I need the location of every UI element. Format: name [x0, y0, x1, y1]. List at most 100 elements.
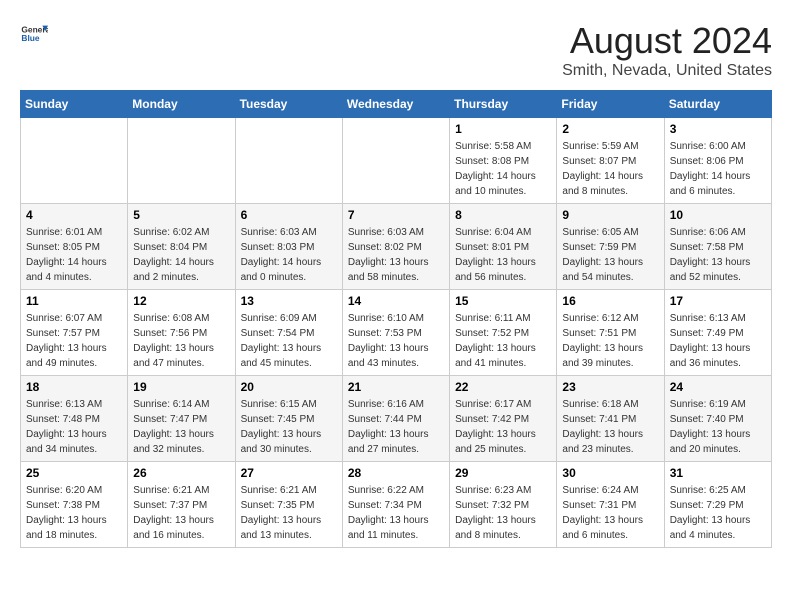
- day-info: Sunrise: 6:25 AMSunset: 7:29 PMDaylight:…: [670, 483, 766, 543]
- day-of-week-header: Saturday: [664, 91, 771, 118]
- day-info: Sunrise: 6:22 AMSunset: 7:34 PMDaylight:…: [348, 483, 444, 543]
- day-info: Sunrise: 6:11 AMSunset: 7:52 PMDaylight:…: [455, 311, 551, 371]
- day-info: Sunrise: 6:06 AMSunset: 7:58 PMDaylight:…: [670, 225, 766, 285]
- calendar-day-cell: 20 Sunrise: 6:15 AMSunset: 7:45 PMDayligh…: [235, 376, 342, 462]
- calendar-day-cell: 16 Sunrise: 6:12 AMSunset: 7:51 PMDayligh…: [557, 290, 664, 376]
- calendar-day-cell: 17 Sunrise: 6:13 AMSunset: 7:49 PMDayligh…: [664, 290, 771, 376]
- calendar-day-cell: 29 Sunrise: 6:23 AMSunset: 7:32 PMDayligh…: [450, 462, 557, 548]
- calendar-day-cell: 7 Sunrise: 6:03 AMSunset: 8:02 PMDaylight…: [342, 204, 449, 290]
- calendar-week-row: 1Sunrise: 5:58 AMSunset: 8:08 PMDaylight…: [21, 118, 772, 204]
- day-number: 2: [562, 122, 658, 136]
- day-of-week-header: Tuesday: [235, 91, 342, 118]
- calendar-day-cell: 8Sunrise: 6:04 AMSunset: 8:01 PMDaylight…: [450, 204, 557, 290]
- page-header: General Blue August 2024 Smith, Nevada, …: [20, 20, 772, 80]
- day-info: Sunrise: 6:00 AMSunset: 8:06 PMDaylight:…: [670, 139, 766, 199]
- calendar-day-cell: 23 Sunrise: 6:18 AMSunset: 7:41 PMDayligh…: [557, 376, 664, 462]
- calendar-day-cell: 19Sunrise: 6:14 AMSunset: 7:47 PMDayligh…: [128, 376, 235, 462]
- day-info: Sunrise: 6:13 AMSunset: 7:48 PMDaylight:…: [26, 397, 122, 457]
- day-number: 20: [241, 380, 337, 394]
- calendar-week-row: 18 Sunrise: 6:13 AMSunset: 7:48 PMDayligh…: [21, 376, 772, 462]
- day-info: Sunrise: 6:12 AMSunset: 7:51 PMDaylight:…: [562, 311, 658, 371]
- day-of-week-header: Monday: [128, 91, 235, 118]
- day-number: 24: [670, 380, 766, 394]
- day-number: 30: [562, 466, 658, 480]
- day-info: Sunrise: 6:01 AMSunset: 8:05 PMDaylight:…: [26, 225, 122, 285]
- day-number: 7: [348, 208, 444, 222]
- day-info: Sunrise: 6:21 AMSunset: 7:35 PMDaylight:…: [241, 483, 337, 543]
- day-info: Sunrise: 6:03 AMSunset: 8:03 PMDaylight:…: [241, 225, 337, 285]
- calendar-week-row: 4 Sunrise: 6:01 AMSunset: 8:05 PMDaylight…: [21, 204, 772, 290]
- calendar-day-cell: 30 Sunrise: 6:24 AMSunset: 7:31 PMDayligh…: [557, 462, 664, 548]
- calendar-table: SundayMondayTuesdayWednesdayThursdayFrid…: [20, 90, 772, 548]
- day-number: 11: [26, 294, 122, 308]
- calendar-day-cell: 24 Sunrise: 6:19 AMSunset: 7:40 PMDayligh…: [664, 376, 771, 462]
- calendar-week-row: 11 Sunrise: 6:07 AMSunset: 7:57 PMDayligh…: [21, 290, 772, 376]
- day-number: 31: [670, 466, 766, 480]
- day-info: Sunrise: 6:15 AMSunset: 7:45 PMDaylight:…: [241, 397, 337, 457]
- calendar-day-cell: 11 Sunrise: 6:07 AMSunset: 7:57 PMDayligh…: [21, 290, 128, 376]
- calendar-week-row: 25 Sunrise: 6:20 AMSunset: 7:38 PMDayligh…: [21, 462, 772, 548]
- day-info: Sunrise: 6:14 AMSunset: 7:47 PMDaylight:…: [133, 397, 229, 457]
- calendar-day-cell: 5Sunrise: 6:02 AMSunset: 8:04 PMDaylight…: [128, 204, 235, 290]
- day-number: 22: [455, 380, 551, 394]
- calendar-day-cell: 9Sunrise: 6:05 AMSunset: 7:59 PMDaylight…: [557, 204, 664, 290]
- day-number: 16: [562, 294, 658, 308]
- day-number: 21: [348, 380, 444, 394]
- day-number: 18: [26, 380, 122, 394]
- day-number: 5: [133, 208, 229, 222]
- calendar-day-cell: 28 Sunrise: 6:22 AMSunset: 7:34 PMDayligh…: [342, 462, 449, 548]
- day-number: 28: [348, 466, 444, 480]
- day-info: Sunrise: 6:23 AMSunset: 7:32 PMDaylight:…: [455, 483, 551, 543]
- day-info: Sunrise: 5:59 AMSunset: 8:07 PMDaylight:…: [562, 139, 658, 199]
- calendar-day-cell: [342, 118, 449, 204]
- day-info: Sunrise: 6:10 AMSunset: 7:53 PMDaylight:…: [348, 311, 444, 371]
- day-number: 26: [133, 466, 229, 480]
- day-info: Sunrise: 6:19 AMSunset: 7:40 PMDaylight:…: [670, 397, 766, 457]
- day-number: 1: [455, 122, 551, 136]
- day-info: Sunrise: 6:13 AMSunset: 7:49 PMDaylight:…: [670, 311, 766, 371]
- calendar-day-cell: 2 Sunrise: 5:59 AMSunset: 8:07 PMDaylight…: [557, 118, 664, 204]
- day-number: 15: [455, 294, 551, 308]
- calendar-day-cell: 6Sunrise: 6:03 AMSunset: 8:03 PMDaylight…: [235, 204, 342, 290]
- calendar-day-cell: 14 Sunrise: 6:10 AMSunset: 7:53 PMDayligh…: [342, 290, 449, 376]
- day-number: 14: [348, 294, 444, 308]
- calendar-day-cell: 27 Sunrise: 6:21 AMSunset: 7:35 PMDayligh…: [235, 462, 342, 548]
- calendar-day-cell: 25 Sunrise: 6:20 AMSunset: 7:38 PMDayligh…: [21, 462, 128, 548]
- day-number: 4: [26, 208, 122, 222]
- day-of-week-header: Thursday: [450, 91, 557, 118]
- calendar-day-cell: 10Sunrise: 6:06 AMSunset: 7:58 PMDayligh…: [664, 204, 771, 290]
- day-of-week-header: Sunday: [21, 91, 128, 118]
- calendar-day-cell: [21, 118, 128, 204]
- day-number: 9: [562, 208, 658, 222]
- page-subtitle: Smith, Nevada, United States: [562, 62, 772, 80]
- calendar-day-cell: 3 Sunrise: 6:00 AMSunset: 8:06 PMDaylight…: [664, 118, 771, 204]
- svg-text:Blue: Blue: [21, 33, 39, 43]
- day-info: Sunrise: 6:21 AMSunset: 7:37 PMDaylight:…: [133, 483, 229, 543]
- calendar-day-cell: 21 Sunrise: 6:16 AMSunset: 7:44 PMDayligh…: [342, 376, 449, 462]
- day-info: Sunrise: 6:16 AMSunset: 7:44 PMDaylight:…: [348, 397, 444, 457]
- day-info: Sunrise: 6:03 AMSunset: 8:02 PMDaylight:…: [348, 225, 444, 285]
- day-info: Sunrise: 6:07 AMSunset: 7:57 PMDaylight:…: [26, 311, 122, 371]
- day-info: Sunrise: 6:24 AMSunset: 7:31 PMDaylight:…: [562, 483, 658, 543]
- day-info: Sunrise: 6:20 AMSunset: 7:38 PMDaylight:…: [26, 483, 122, 543]
- day-of-week-header: Wednesday: [342, 91, 449, 118]
- day-number: 3: [670, 122, 766, 136]
- calendar-day-cell: 4 Sunrise: 6:01 AMSunset: 8:05 PMDaylight…: [21, 204, 128, 290]
- calendar-day-cell: 15 Sunrise: 6:11 AMSunset: 7:52 PMDayligh…: [450, 290, 557, 376]
- calendar-day-cell: [128, 118, 235, 204]
- day-number: 29: [455, 466, 551, 480]
- day-number: 17: [670, 294, 766, 308]
- day-number: 8: [455, 208, 551, 222]
- calendar-day-cell: 18 Sunrise: 6:13 AMSunset: 7:48 PMDayligh…: [21, 376, 128, 462]
- day-number: 27: [241, 466, 337, 480]
- calendar-day-cell: 31 Sunrise: 6:25 AMSunset: 7:29 PMDayligh…: [664, 462, 771, 548]
- calendar-day-cell: 13Sunrise: 6:09 AMSunset: 7:54 PMDayligh…: [235, 290, 342, 376]
- day-info: Sunrise: 6:18 AMSunset: 7:41 PMDaylight:…: [562, 397, 658, 457]
- calendar-header-row: SundayMondayTuesdayWednesdayThursdayFrid…: [21, 91, 772, 118]
- title-section: August 2024 Smith, Nevada, United States: [562, 20, 772, 80]
- calendar-day-cell: [235, 118, 342, 204]
- day-number: 25: [26, 466, 122, 480]
- calendar-day-cell: 12Sunrise: 6:08 AMSunset: 7:56 PMDayligh…: [128, 290, 235, 376]
- day-number: 23: [562, 380, 658, 394]
- calendar-day-cell: 26 Sunrise: 6:21 AMSunset: 7:37 PMDayligh…: [128, 462, 235, 548]
